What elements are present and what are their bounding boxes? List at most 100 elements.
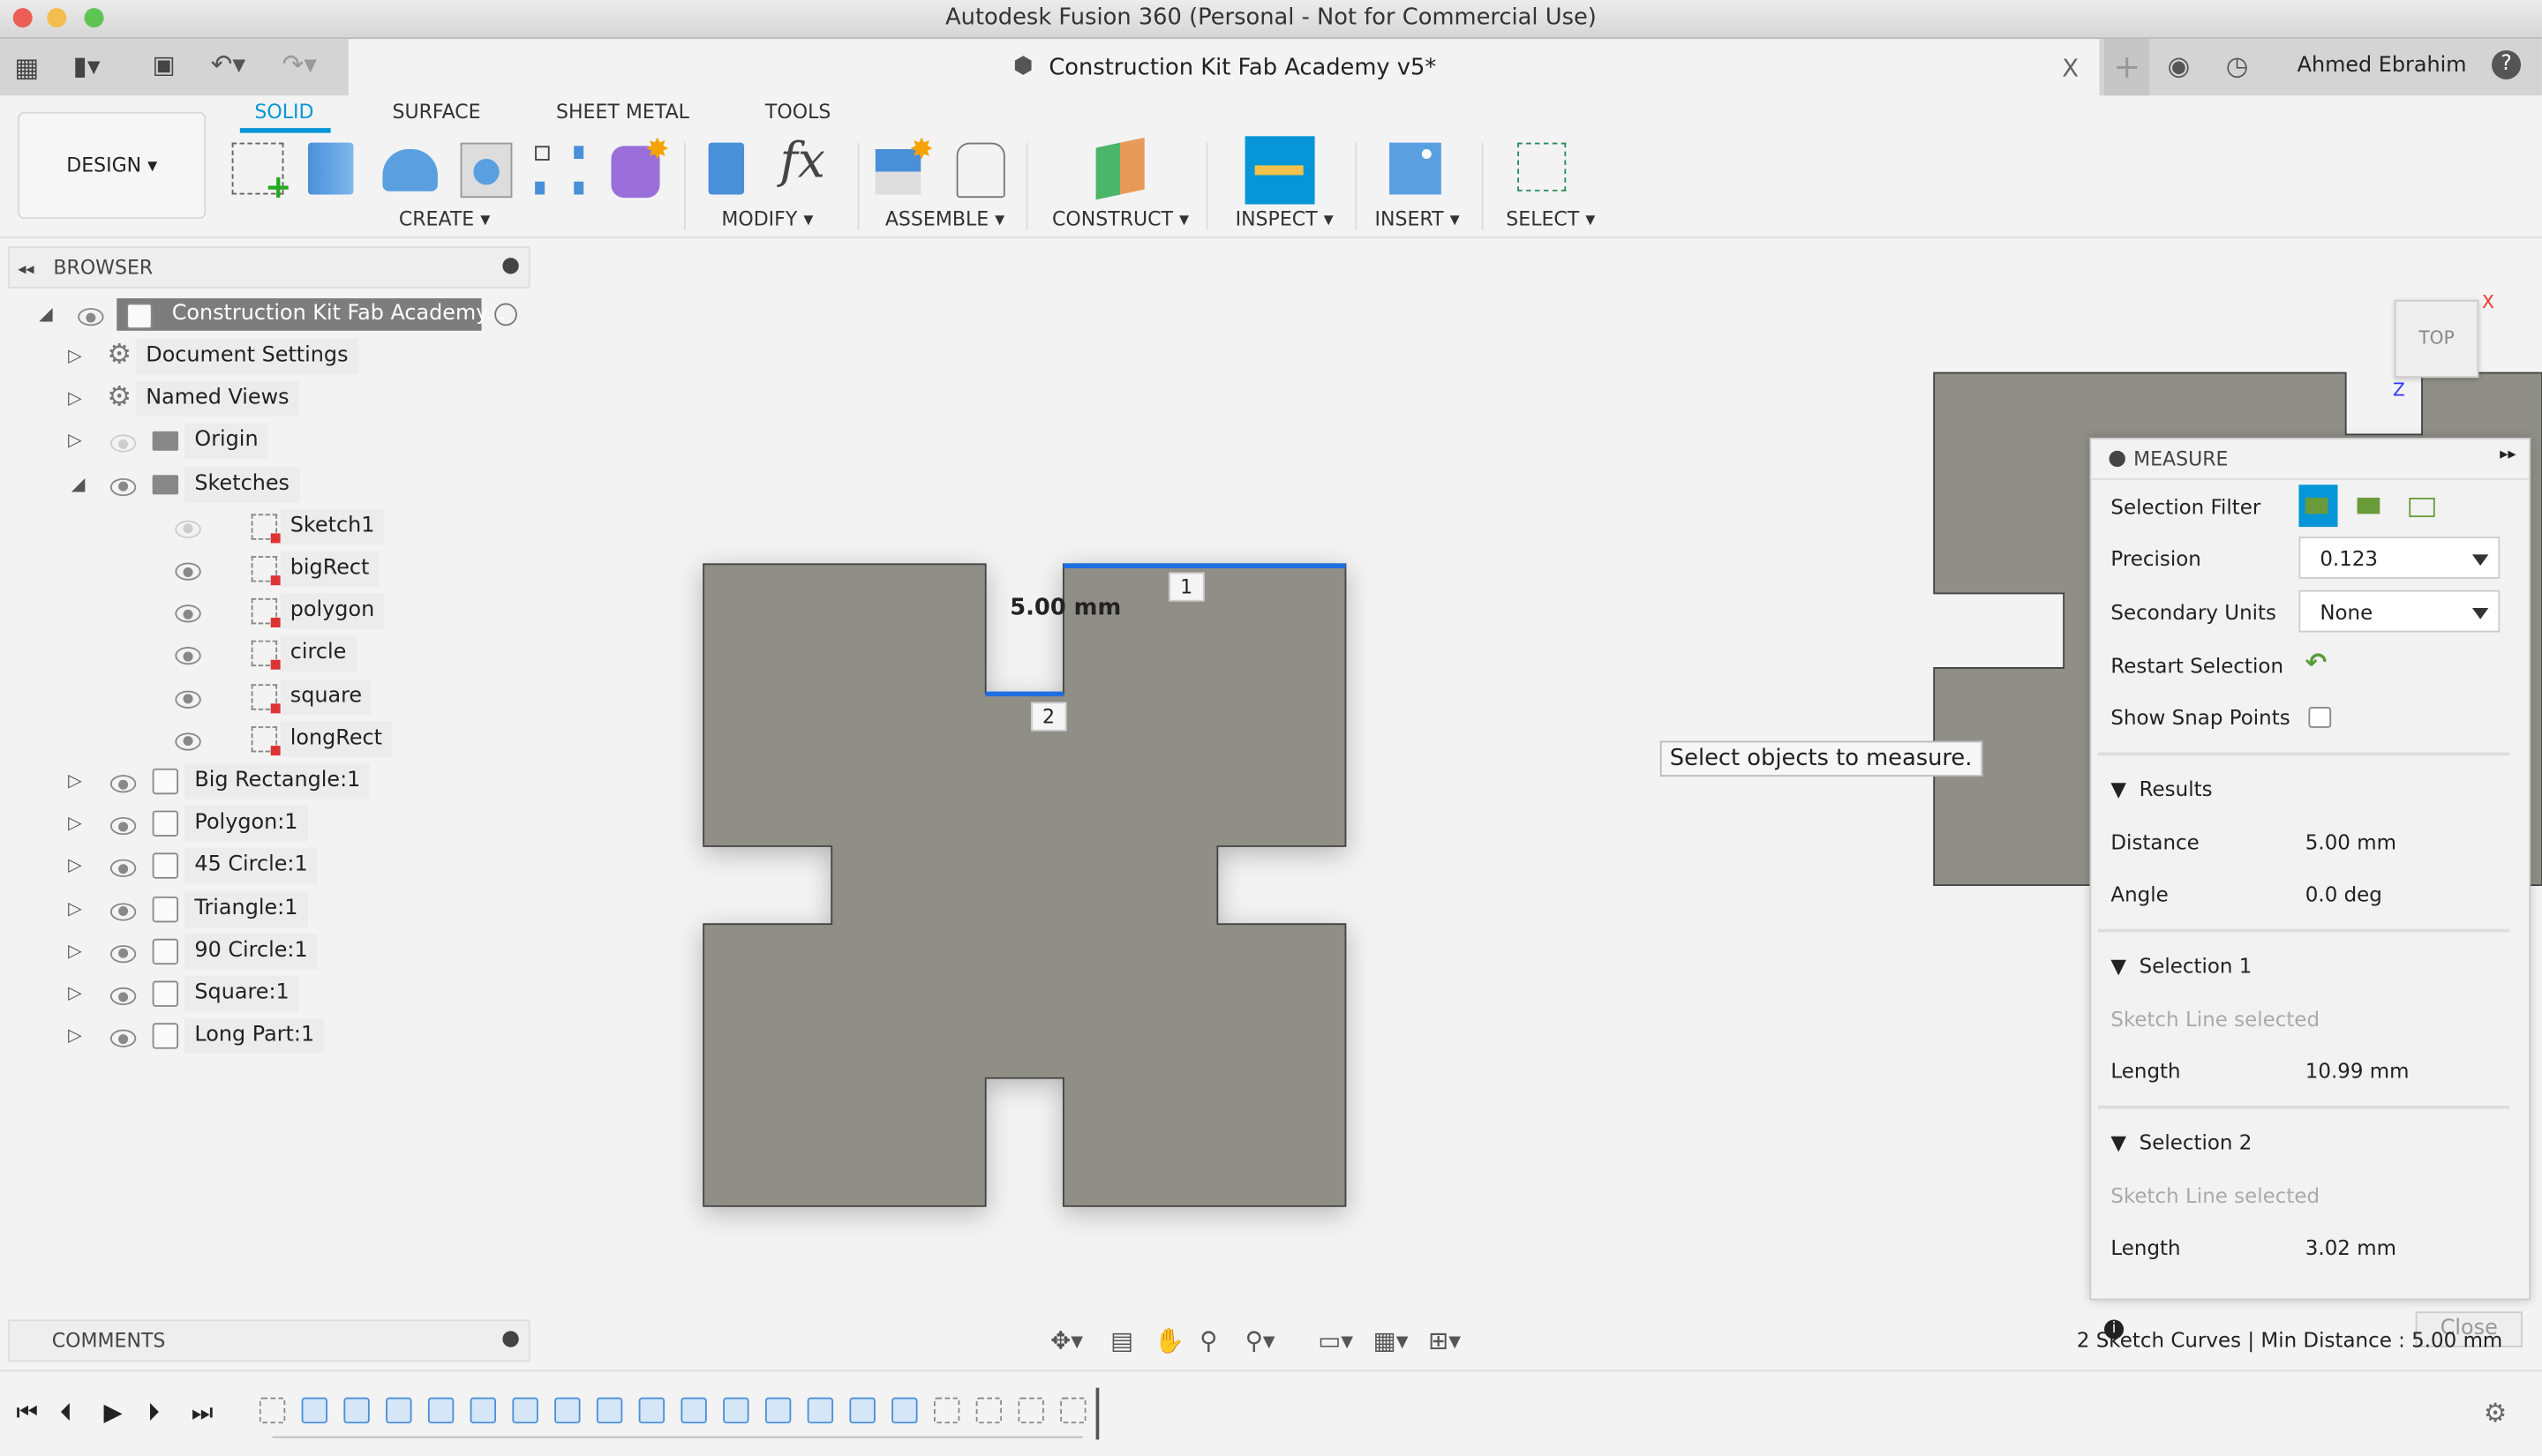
browser-item[interactable]: ◢ Sketches	[64, 466, 518, 502]
tab-surface[interactable]: SURFACE	[392, 101, 480, 124]
expand-toggle-icon[interactable]: ▷	[68, 806, 82, 841]
secondary-units-select[interactable]: None	[2298, 589, 2501, 633]
browser-header[interactable]: ◂◂ BROWSER	[8, 246, 530, 289]
minimize-window-button[interactable]	[47, 8, 67, 28]
tree-root[interactable]: ◢ Construction Kit Fab Academy...	[39, 296, 525, 332]
browser-item[interactable]: circle	[64, 635, 518, 672]
timeline-extrude-feature[interactable]	[596, 1397, 623, 1424]
parameters-fx-icon[interactable]: fx	[779, 133, 834, 191]
timeline-sketch-feature[interactable]	[1018, 1397, 1044, 1424]
close-tab-button[interactable]: X	[2062, 54, 2079, 83]
file-menu-icon[interactable]: ▮▾	[73, 50, 101, 81]
browser-item[interactable]: ▷ Triangle:1	[64, 890, 518, 927]
undo-icon[interactable]: ↶▾	[211, 49, 245, 79]
help-icon[interactable]: ?	[2492, 49, 2522, 80]
grid-settings-icon[interactable]: ▦▾	[1373, 1326, 1409, 1355]
timeline-extrude-feature[interactable]	[554, 1397, 581, 1424]
hole-icon[interactable]	[460, 142, 513, 199]
timeline-next-icon[interactable]: ⏵	[147, 1398, 160, 1427]
timeline-extrude-feature[interactable]	[427, 1397, 455, 1424]
joint-icon[interactable]	[956, 142, 1005, 199]
timeline-extrude-feature[interactable]	[638, 1397, 666, 1424]
look-at-icon[interactable]: ▤	[1110, 1326, 1133, 1355]
group-construct[interactable]: CONSTRUCT ▾	[1052, 207, 1189, 230]
collapse-icon[interactable]	[2109, 450, 2125, 468]
extrude-icon[interactable]	[307, 142, 354, 195]
group-select[interactable]: SELECT ▾	[1506, 207, 1595, 230]
visibility-eye-icon[interactable]	[109, 987, 137, 1006]
visibility-eye-icon[interactable]	[109, 817, 137, 836]
filter-edge-icon[interactable]	[2409, 498, 2435, 518]
close-window-button[interactable]	[12, 8, 33, 28]
insert-image-icon[interactable]	[1389, 142, 1441, 195]
pan-hand-icon[interactable]: ✋	[1154, 1326, 1185, 1355]
timeline-prev-icon[interactable]: ⏴	[60, 1398, 72, 1427]
visibility-eye-icon[interactable]	[175, 732, 201, 751]
visibility-eye-icon[interactable]	[109, 477, 137, 496]
job-status-icon[interactable]: ◉	[2168, 50, 2191, 81]
select-window-icon[interactable]	[1517, 142, 1567, 191]
workspace-switcher[interactable]: DESIGN ▾	[18, 111, 207, 220]
browser-pin-icon[interactable]	[502, 258, 519, 274]
measure-header[interactable]: MEASURE ▸▸	[2091, 439, 2530, 480]
restart-selection-icon[interactable]: ↶	[2305, 647, 2328, 678]
group-inspect[interactable]: INSPECT ▾	[1236, 207, 1334, 230]
expand-toggle-icon[interactable]: ▷	[68, 891, 82, 927]
timeline-first-icon[interactable]: ⏮	[16, 1398, 38, 1427]
visibility-eye-icon[interactable]	[109, 902, 137, 920]
browser-item[interactable]: polygon	[64, 593, 518, 630]
expand-toggle-icon[interactable]: ▷	[68, 976, 82, 1011]
group-modify[interactable]: MODIFY ▾	[721, 207, 813, 230]
expand-toggle-icon[interactable]: ▷	[68, 849, 82, 884]
browser-item[interactable]: ▷ 90 Circle:1	[64, 933, 518, 970]
timeline-extrude-feature[interactable]	[807, 1397, 834, 1424]
timeline-sketch-feature[interactable]	[259, 1397, 286, 1424]
precision-select[interactable]: 0.123	[2298, 537, 2501, 579]
timeline-extrude-feature[interactable]	[301, 1397, 328, 1424]
expand-toggle-icon[interactable]: ▷	[68, 763, 82, 799]
timeline-last-icon[interactable]: ⏭	[192, 1398, 214, 1427]
visibility-eye-icon[interactable]	[109, 944, 137, 963]
selection1-toggle[interactable]: ▼ Selection 1	[2110, 953, 2252, 978]
revolve-icon[interactable]	[382, 149, 438, 191]
results-section-toggle[interactable]: ▼ Results	[2110, 777, 2212, 801]
pattern-icon[interactable]	[535, 146, 584, 195]
visibility-eye-icon[interactable]	[175, 647, 201, 665]
expand-panel-icon[interactable]: ▸▸	[2500, 446, 2516, 463]
browser-item[interactable]: ▷ Polygon:1	[64, 806, 518, 842]
browser-item[interactable]: ▷ ⚙ Document Settings	[64, 338, 518, 375]
browser-item[interactable]: ▷ Square:1	[64, 975, 518, 1012]
visibility-eye-icon[interactable]	[109, 775, 137, 793]
show-snap-points-checkbox[interactable]	[2308, 707, 2332, 728]
group-insert[interactable]: INSERT ▾	[1375, 207, 1460, 230]
timeline-extrude-feature[interactable]	[764, 1397, 792, 1424]
redo-icon[interactable]: ↷▾	[282, 49, 317, 79]
visibility-eye-icon[interactable]	[78, 308, 104, 326]
tab-sheet-metal[interactable]: SHEET METAL	[556, 101, 689, 124]
visibility-eye-icon[interactable]	[109, 435, 137, 454]
browser-item[interactable]: longRect	[64, 721, 518, 757]
visibility-eye-icon[interactable]	[175, 604, 201, 623]
visibility-eye-icon[interactable]	[109, 1029, 137, 1048]
expand-toggle-icon[interactable]: ▷	[68, 1018, 82, 1054]
browser-item[interactable]: ▷ ⚙ Named Views	[64, 381, 518, 417]
new-component-icon[interactable]: ✸	[875, 133, 934, 195]
display-settings-icon[interactable]: ▭▾	[1318, 1326, 1353, 1355]
browser-item[interactable]: square	[64, 679, 518, 715]
save-icon[interactable]: ▣	[153, 50, 176, 79]
group-assemble[interactable]: ASSEMBLE ▾	[885, 207, 1004, 230]
clock-icon[interactable]: ◷	[2226, 50, 2249, 81]
filter-body-icon[interactable]	[2298, 484, 2338, 528]
collapse-browser-icon[interactable]: ◂◂	[18, 261, 34, 279]
document-tab[interactable]: ⬢ Construction Kit Fab Academy v5* X	[348, 45, 2100, 96]
visibility-eye-icon[interactable]	[175, 562, 201, 581]
viewcube[interactable]: TOP	[2394, 299, 2479, 379]
visibility-eye-icon[interactable]	[175, 689, 201, 709]
create-sketch-icon[interactable]: +	[231, 142, 292, 206]
browser-item[interactable]: ▷ Long Part:1	[64, 1018, 518, 1054]
timeline-extrude-feature[interactable]	[470, 1397, 497, 1424]
expand-toggle-icon[interactable]: ▷	[68, 381, 82, 417]
timeline-settings-gear-icon[interactable]: ⚙	[2484, 1398, 2507, 1429]
orbit-icon[interactable]: ✥▾	[1050, 1326, 1083, 1355]
timeline-extrude-feature[interactable]	[849, 1397, 876, 1424]
